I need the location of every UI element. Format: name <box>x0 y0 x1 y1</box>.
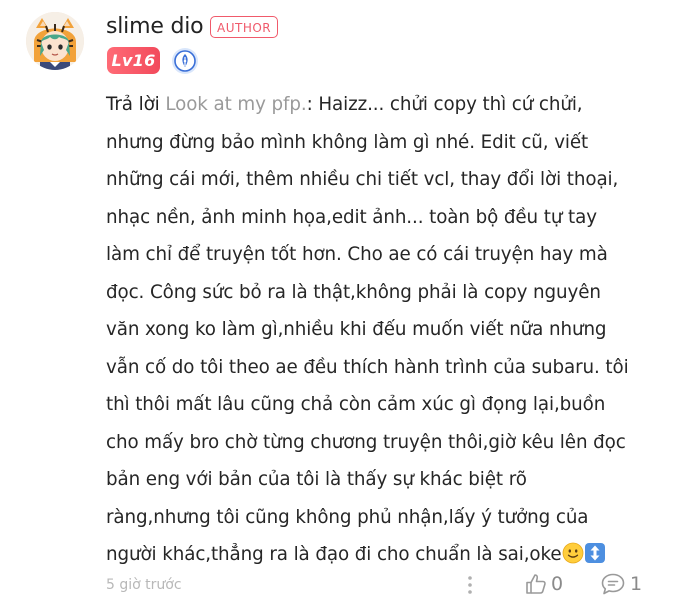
comment-body: Trả lời Look at my pfp.: Haizz... chửi c… <box>106 86 662 574</box>
like-count: 0 <box>551 573 564 595</box>
reply-prefix: Trả lời <box>106 94 166 115</box>
tiger-hood-avatar-icon <box>26 12 84 70</box>
reply-count: 1 <box>630 573 643 595</box>
avatar[interactable] <box>26 12 84 70</box>
reply-to-user-link[interactable]: Look at my pfp. <box>165 94 306 115</box>
comment-text: : Haizz... chửi copy thì cứ chửi, nhưng … <box>106 94 629 565</box>
more-vertical-icon[interactable] <box>462 574 478 596</box>
author-badge: AUTHOR <box>210 16 279 38</box>
thumbs-up-icon[interactable] <box>524 572 548 596</box>
up-down-arrow-icon <box>584 542 606 564</box>
timestamp: 5 giờ trước <box>106 577 182 593</box>
username[interactable]: slime dio <box>106 14 204 40</box>
level-badge: Lv16 <box>107 47 160 74</box>
slightly-smiling-face-icon <box>562 542 584 564</box>
comment-bubble-icon[interactable] <box>600 572 626 596</box>
quill-pen-badge-icon <box>171 47 199 75</box>
comment-card: slime dio AUTHOR Lv16 Trả lời Look at my… <box>0 0 678 600</box>
